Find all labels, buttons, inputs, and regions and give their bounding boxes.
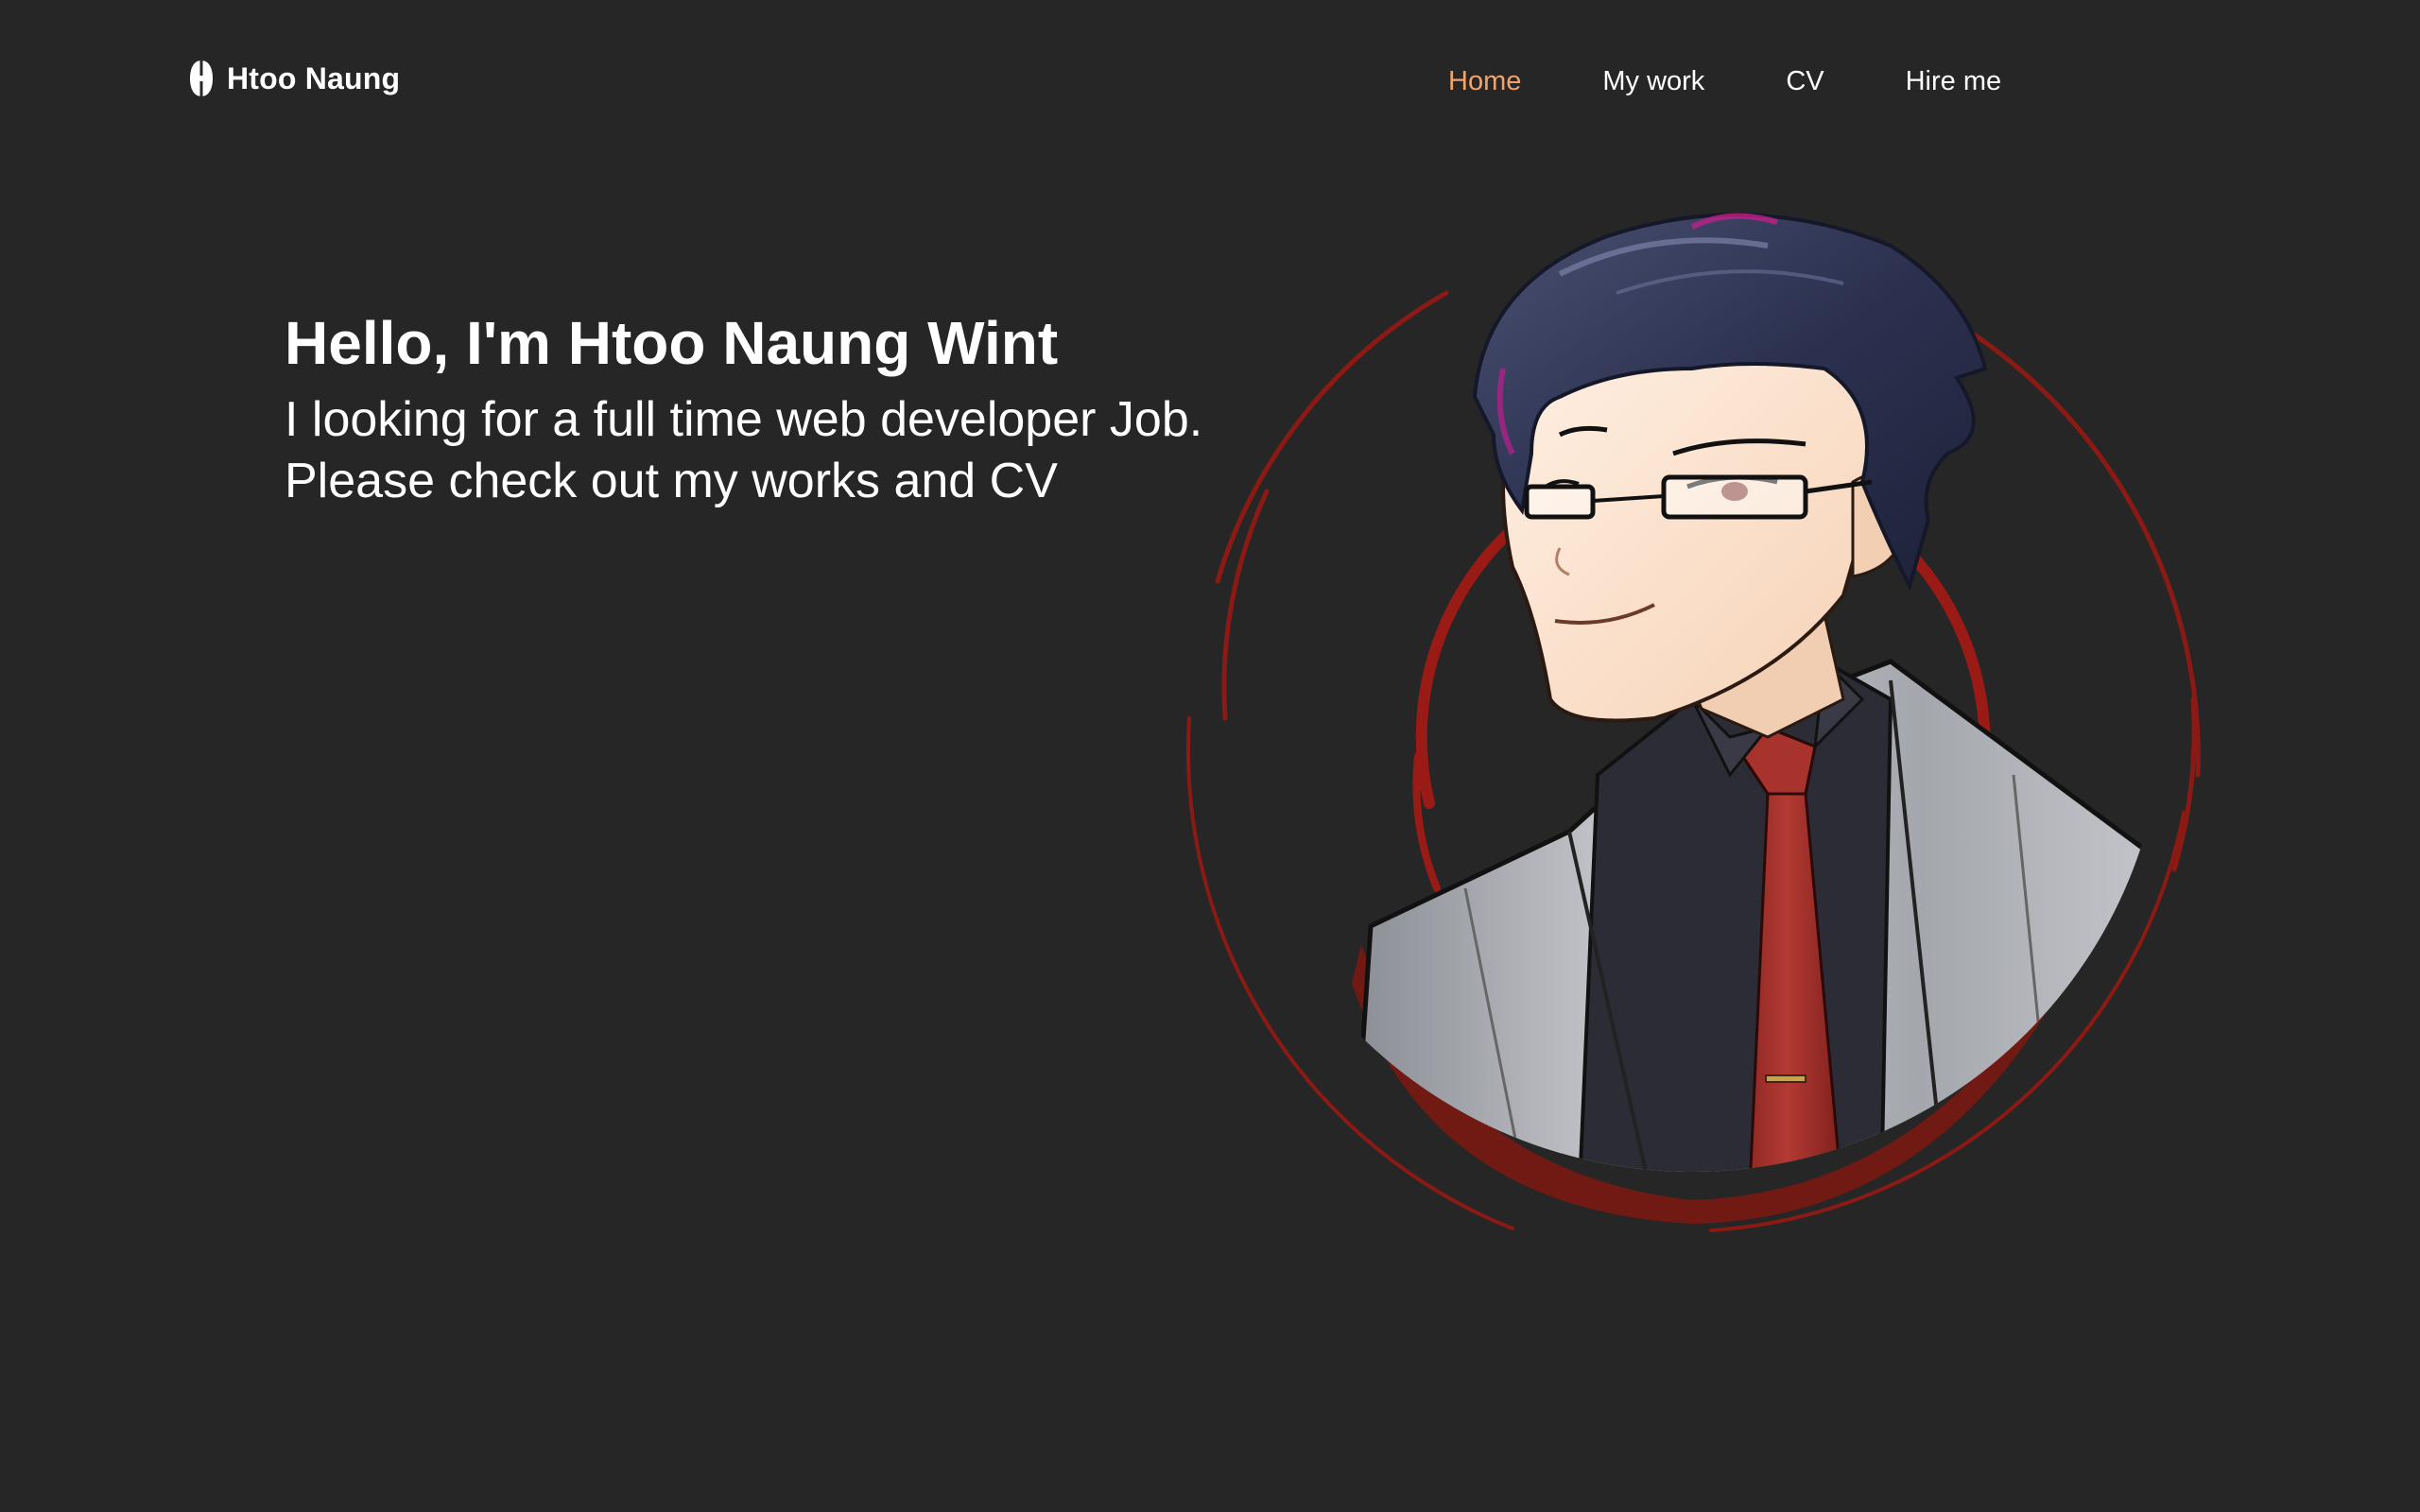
brand[interactable]: Htoo Naung <box>189 59 400 98</box>
page: Htoo Naung Home My work CV Hire me Hello… <box>0 0 2420 1512</box>
nav-link-cv[interactable]: CV <box>1786 62 1824 100</box>
nav-link-home[interactable]: Home <box>1448 62 1521 100</box>
nav-link-my-work[interactable]: My work <box>1602 62 1704 100</box>
nav-link-hire-me[interactable]: Hire me <box>1906 62 2002 100</box>
brand-name: Htoo Naung <box>227 60 401 95</box>
h-letter-logo-icon <box>190 60 213 96</box>
anime-portrait-illustration <box>1185 213 2201 1232</box>
main-nav: Home My work CV Hire me <box>1448 62 2001 100</box>
